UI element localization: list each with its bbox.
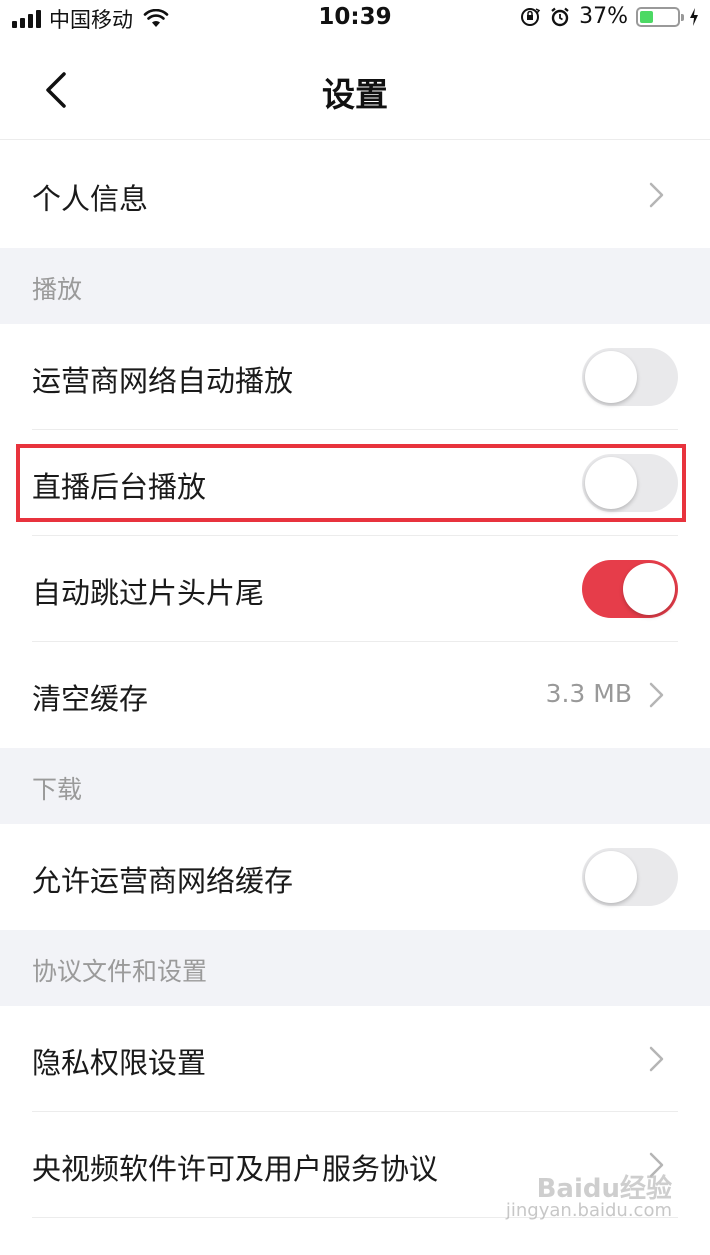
toggle-knob	[623, 563, 675, 615]
row-skip-intro: 自动跳过片头片尾	[0, 536, 710, 642]
watermark-brand: Baidu经验	[536, 1174, 672, 1204]
status-bar: 中国移动 10:39 37%	[0, 0, 710, 38]
row-label: 运营商网络自动播放	[32, 364, 294, 398]
watermark-url: jingyan.baidu.com	[505, 1200, 672, 1221]
section-header-playback: 播放	[0, 248, 710, 324]
row-cellular-autoplay: 运营商网络自动播放	[0, 324, 710, 430]
battery-icon	[636, 6, 684, 27]
status-right: 37%	[519, 4, 700, 29]
toggle-knob	[585, 851, 637, 903]
cellular-cache-toggle[interactable]	[582, 848, 678, 906]
row-label: 隐私权限设置	[32, 1046, 207, 1080]
orientation-lock-icon	[521, 7, 541, 26]
battery-percent: 37%	[579, 4, 628, 29]
row-label: 允许运营商网络缓存	[32, 864, 294, 898]
alarm-icon	[551, 7, 569, 26]
chevron-right-icon	[649, 1046, 664, 1072]
highlight-box	[16, 444, 686, 522]
toggle-knob	[585, 351, 637, 403]
page-title: 设置	[322, 75, 388, 114]
cache-size-value: 3.3 MB	[545, 679, 632, 708]
row-label: 个人信息	[32, 182, 149, 216]
baidu-watermark: Baidu经验 jingyan.baidu.com	[505, 1174, 672, 1222]
section-label: 协议文件和设置	[32, 957, 208, 986]
section-label: 下载	[32, 775, 83, 804]
row-label: 央视频软件许可及用户服务协议	[32, 1152, 439, 1186]
charging-icon	[690, 7, 698, 26]
row-label: 清空缓存	[32, 682, 149, 716]
row-clear-cache[interactable]: 清空缓存 3.3 MB	[0, 642, 710, 748]
section-header-agreements: 协议文件和设置	[0, 930, 710, 1006]
row-personal-info[interactable]: 个人信息	[0, 142, 710, 248]
row-privacy-settings[interactable]: 隐私权限设置	[0, 1006, 710, 1112]
section-header-download: 下载	[0, 748, 710, 824]
skip-intro-toggle[interactable]	[582, 560, 678, 618]
row-cellular-cache: 允许运营商网络缓存	[0, 824, 710, 930]
chevron-right-icon	[649, 182, 664, 208]
battery-fill	[640, 10, 654, 23]
cellular-autoplay-toggle[interactable]	[582, 348, 678, 406]
row-label: 自动跳过片头片尾	[32, 576, 265, 610]
chevron-right-icon	[649, 682, 664, 708]
nav-bar: 设置	[0, 40, 710, 140]
section-label: 播放	[32, 275, 83, 304]
